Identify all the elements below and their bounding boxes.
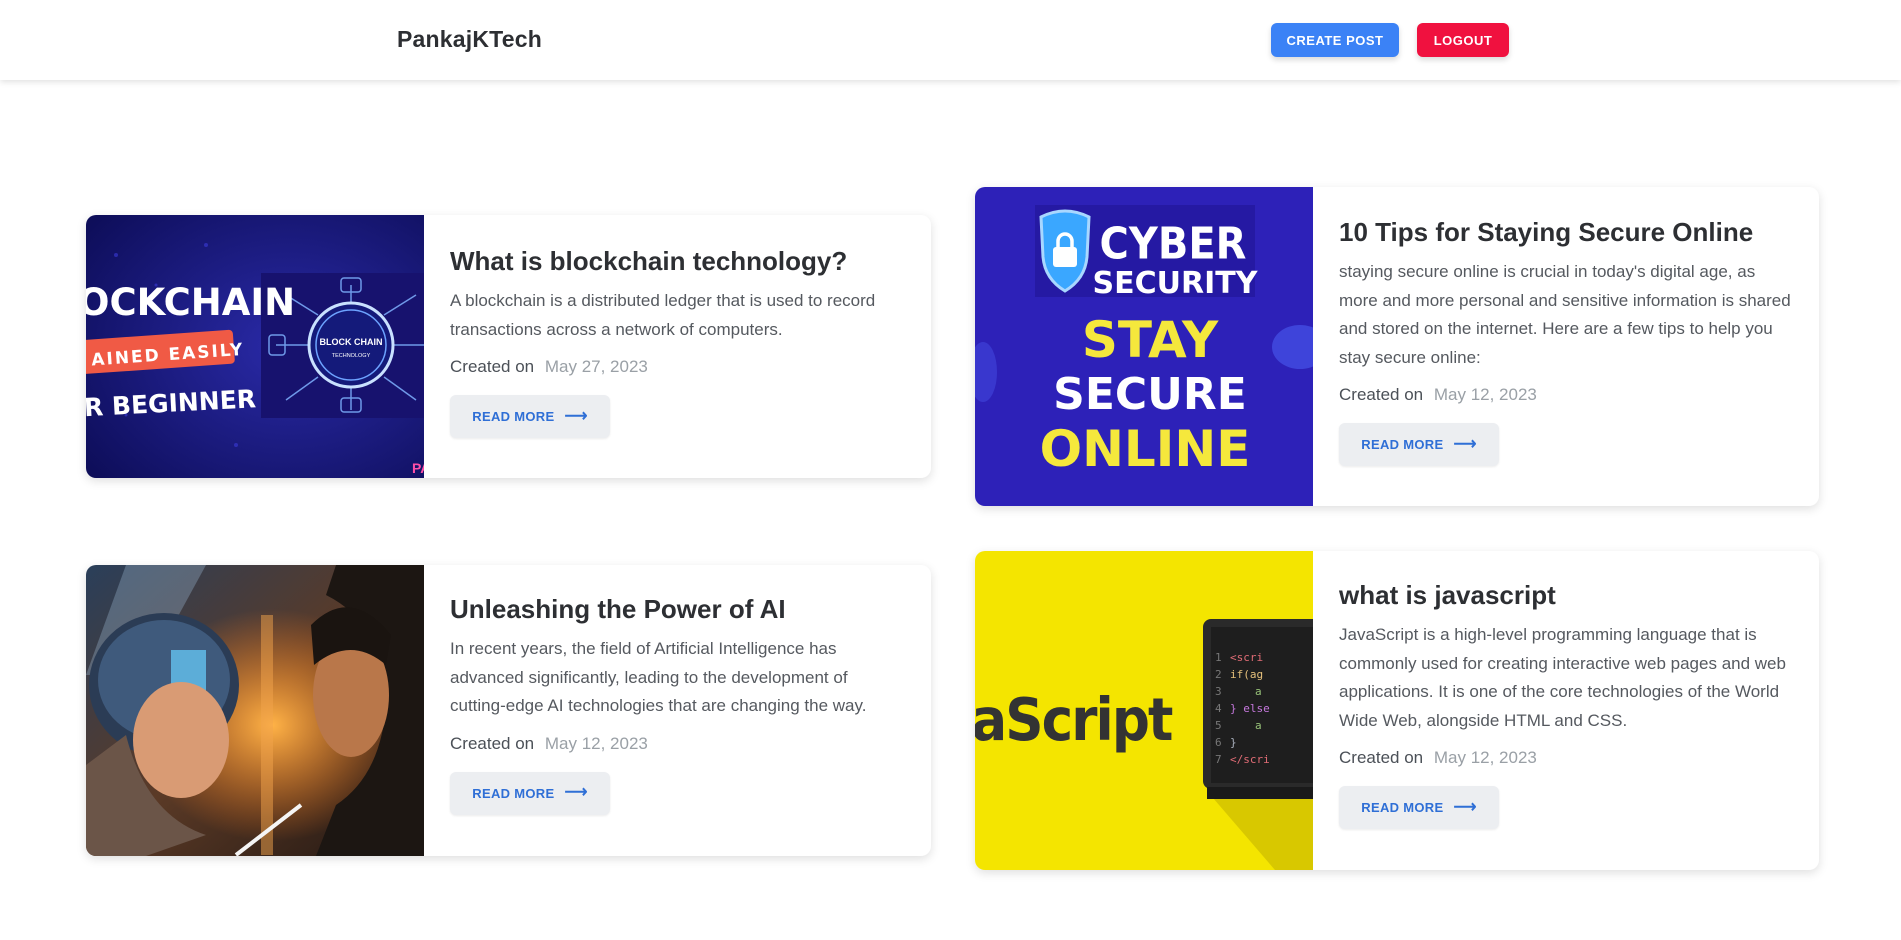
read-more-button[interactable]: READ MORE ⟶ bbox=[450, 395, 610, 439]
arrow-right-icon: ⟶ bbox=[564, 407, 588, 425]
top-navbar: PankajKTech CREATE POST LOGOUT bbox=[0, 0, 1901, 80]
svg-text:3: 3 bbox=[1215, 685, 1222, 698]
post-description: JavaScript is a high-level programming l… bbox=[1339, 625, 1786, 730]
svg-text:5: 5 bbox=[1215, 719, 1222, 732]
svg-text:</scri: </scri bbox=[1230, 753, 1270, 766]
svg-text:OCKCHAIN: OCKCHAIN bbox=[86, 281, 295, 324]
svg-text:BLOCK CHAIN: BLOCK CHAIN bbox=[320, 337, 383, 347]
read-more-label: READ MORE bbox=[472, 785, 555, 801]
post-date: May 12, 2023 bbox=[1433, 748, 1537, 768]
svg-text:aScript: aScript bbox=[975, 687, 1173, 755]
svg-text:TECHNOLOGY: TECHNOLOGY bbox=[332, 353, 371, 359]
post-card: 1 <scri 2 if(ag 3 a 4 } else 5 a 6} 7 </scri a… bbox=[975, 551, 1819, 870]
post-card: CYBER SECURITY STAY SECURE ONLINE 10 Tip… bbox=[975, 187, 1819, 506]
post-card-body: What is blockchain technology? A blockch… bbox=[450, 245, 905, 439]
post-card-body: what is javascript JavaScript is a high-… bbox=[1339, 579, 1793, 830]
svg-text:ONLINE: ONLINE bbox=[1040, 420, 1251, 478]
svg-text:SECURITY: SECURITY bbox=[1093, 266, 1259, 301]
svg-text:4: 4 bbox=[1215, 702, 1222, 715]
post-title[interactable]: 10 Tips for Staying Secure Online bbox=[1339, 216, 1793, 248]
brand-logo[interactable]: PankajKTech bbox=[397, 26, 542, 53]
arrow-right-icon: ⟶ bbox=[1453, 435, 1477, 453]
read-more-button[interactable]: READ MORE ⟶ bbox=[450, 771, 610, 815]
ai-robot-image bbox=[86, 565, 424, 856]
post-card: Unleashing the Power of AI In recent yea… bbox=[86, 565, 931, 856]
svg-text:SECURE: SECURE bbox=[1053, 369, 1247, 420]
svg-text:a: a bbox=[1255, 685, 1262, 698]
read-more-label: READ MORE bbox=[1361, 800, 1444, 816]
javascript-image: 1 <scri 2 if(ag 3 a 4 } else 5 a 6} 7 </scri a… bbox=[975, 551, 1313, 870]
post-description: A blockchain is a distributed ledger tha… bbox=[450, 291, 876, 339]
created-label: Created on bbox=[450, 733, 535, 753]
read-more-label: READ MORE bbox=[1361, 437, 1444, 453]
created-label: Created on bbox=[1339, 748, 1424, 768]
read-more-label: READ MORE bbox=[472, 409, 555, 425]
post-description: staying secure online is crucial in toda… bbox=[1339, 262, 1791, 367]
post-card: BLOCK CHAIN TECHNOLOGY OCKCHAIN AINED EA… bbox=[86, 215, 931, 478]
post-title[interactable]: What is blockchain technology? bbox=[450, 245, 905, 277]
post-date: May 27, 2023 bbox=[544, 357, 648, 377]
blockchain-image: BLOCK CHAIN TECHNOLOGY OCKCHAIN AINED EA… bbox=[86, 215, 424, 478]
svg-text:if(ag: if(ag bbox=[1230, 668, 1263, 681]
svg-text:7: 7 bbox=[1215, 753, 1222, 766]
post-meta: Created on May 12, 2023 bbox=[1339, 385, 1793, 405]
svg-text:CYBER: CYBER bbox=[1100, 218, 1247, 269]
post-card-body: Unleashing the Power of AI In recent yea… bbox=[450, 593, 905, 815]
svg-text:6: 6 bbox=[1215, 736, 1222, 749]
read-more-button[interactable]: READ MORE ⟶ bbox=[1339, 786, 1499, 830]
create-post-button[interactable]: CREATE POST bbox=[1271, 23, 1399, 57]
svg-text:STAY: STAY bbox=[1082, 311, 1219, 369]
read-more-button[interactable]: READ MORE ⟶ bbox=[1339, 423, 1499, 467]
post-title[interactable]: Unleashing the Power of AI bbox=[450, 593, 905, 625]
created-label: Created on bbox=[450, 357, 535, 377]
svg-text:}: } bbox=[1230, 736, 1237, 749]
post-title[interactable]: what is javascript bbox=[1339, 579, 1793, 611]
cyber-security-image: CYBER SECURITY STAY SECURE ONLINE bbox=[975, 187, 1313, 506]
post-meta: Created on May 12, 2023 bbox=[450, 734, 905, 754]
logout-button[interactable]: LOGOUT bbox=[1417, 23, 1509, 57]
arrow-right-icon: ⟶ bbox=[564, 784, 588, 802]
post-date: May 12, 2023 bbox=[544, 733, 648, 753]
svg-text:} else: } else bbox=[1230, 702, 1270, 715]
post-meta: Created on May 27, 2023 bbox=[450, 357, 905, 377]
svg-text:1: 1 bbox=[1215, 651, 1222, 664]
post-date: May 12, 2023 bbox=[1433, 385, 1537, 405]
svg-text:<scri: <scri bbox=[1230, 651, 1263, 664]
svg-text:2: 2 bbox=[1215, 668, 1222, 681]
post-meta: Created on May 12, 2023 bbox=[1339, 748, 1793, 768]
created-label: Created on bbox=[1339, 385, 1424, 405]
post-card-body: 10 Tips for Staying Secure Online stayin… bbox=[1339, 216, 1793, 467]
svg-text:PA: PA bbox=[412, 460, 424, 476]
svg-text:a: a bbox=[1255, 719, 1262, 732]
post-description: In recent years, the field of Artificial… bbox=[450, 639, 867, 716]
arrow-right-icon: ⟶ bbox=[1453, 798, 1477, 816]
